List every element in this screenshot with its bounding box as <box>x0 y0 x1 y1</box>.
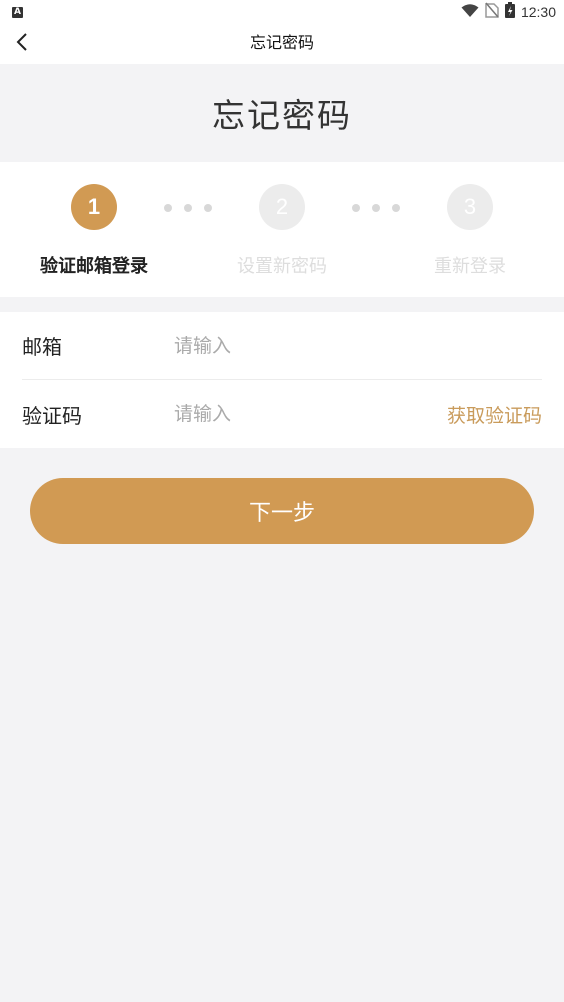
code-row: 验证码 获取验证码 <box>22 380 542 448</box>
step-3-label: 重新登录 <box>434 256 506 277</box>
status-right: 12:30 <box>461 2 556 22</box>
dot <box>184 204 192 212</box>
email-field[interactable] <box>174 334 542 357</box>
step-1-circle: 1 <box>71 184 117 230</box>
step-2-label: 设置新密码 <box>237 256 327 277</box>
step-dots-1 <box>164 204 212 212</box>
get-code-button[interactable]: 获取验证码 <box>447 401 542 428</box>
dot <box>352 204 360 212</box>
dot <box>392 204 400 212</box>
email-row: 邮箱 <box>22 312 542 380</box>
next-step-button[interactable]: 下一步 <box>30 478 534 544</box>
dot <box>164 204 172 212</box>
page-title: 忘记密码 <box>212 96 352 135</box>
dot <box>204 204 212 212</box>
verification-code-field[interactable] <box>174 403 447 425</box>
reset-form: 邮箱 验证码 获取验证码 <box>0 312 564 448</box>
status-time: 12:30 <box>520 4 556 20</box>
no-sim-icon <box>485 2 499 22</box>
nav-title: 忘记密码 <box>249 33 314 52</box>
step-3-circle: 3 <box>447 184 493 230</box>
nav-bar: 忘记密码 <box>0 24 564 64</box>
step-2-circle: 2 <box>259 184 305 230</box>
wifi-icon <box>461 3 479 22</box>
hero: 忘记密码 <box>0 64 564 162</box>
notification-badge: A <box>12 6 23 18</box>
step-1-label: 验证邮箱登录 <box>40 256 148 277</box>
status-bar: A 12:30 <box>0 0 564 24</box>
code-label: 验证码 <box>22 403 82 428</box>
dot <box>372 204 380 212</box>
step-dots-2 <box>352 204 400 212</box>
status-left: A <box>12 6 23 18</box>
battery-charging-icon <box>504 2 515 22</box>
email-label: 邮箱 <box>22 335 62 359</box>
step-indicator: 1 2 3 验证邮箱登录 设置新密码 重新登录 <box>0 162 564 297</box>
